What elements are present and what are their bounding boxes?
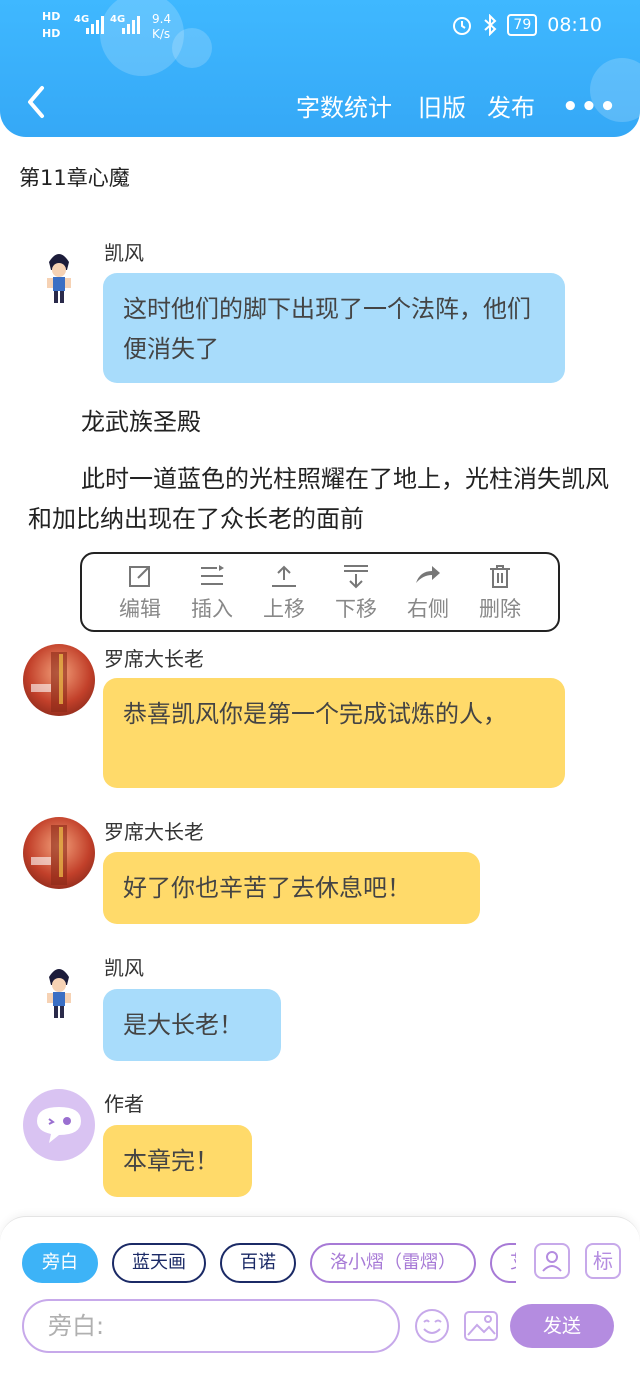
- move-down-button[interactable]: 下移: [326, 561, 386, 623]
- elder-character-icon[interactable]: [23, 817, 95, 889]
- narration-text[interactable]: 龙武族圣殿: [81, 402, 201, 442]
- boy-character-icon[interactable]: [23, 955, 95, 1027]
- right-side-button[interactable]: 右侧: [398, 561, 458, 623]
- hd-label: HD: [42, 27, 61, 40]
- chat-bubble[interactable]: 好了你也辛苦了去休息吧！: [103, 852, 480, 924]
- role-chip-list: 旁白 蓝天画 百诺 洛小熠（雷熠） 艾: [22, 1243, 516, 1287]
- speaker-name: 凯风: [104, 956, 144, 980]
- insert-icon: [201, 565, 224, 585]
- hd-indicators: HD HD: [42, 10, 60, 40]
- signal-bars-icon: [122, 16, 140, 34]
- speaker-name: 罗席大长老: [104, 820, 204, 844]
- role-chip[interactable]: 百诺: [220, 1243, 296, 1283]
- narration-input[interactable]: [22, 1299, 400, 1353]
- insert-button[interactable]: 插入: [182, 561, 242, 623]
- add-role-icon[interactable]: [534, 1243, 570, 1279]
- boy-character-icon[interactable]: [23, 240, 95, 312]
- nav-bar: 字数统计 旧版 发布 •••: [0, 72, 640, 132]
- battery-icon: 79: [507, 14, 538, 36]
- chat-bubble[interactable]: 这时他们的脚下出现了一个法阵，他们便消失了: [103, 273, 565, 383]
- move-down-icon: [344, 565, 368, 589]
- edit-icon: [129, 566, 150, 587]
- edit-label: 编辑: [119, 597, 161, 621]
- speaker-name: 作者: [104, 1092, 144, 1116]
- trash-icon: [490, 565, 510, 588]
- publish-button[interactable]: 发布: [487, 88, 535, 123]
- emoji-icon[interactable]: [413, 1307, 451, 1345]
- edit-toolbar: 编辑 插入 上移 下移 右侧 删除: [80, 552, 560, 632]
- status-bar: HD HD 4G 4G 9.4 K/s 79 08:10: [0, 0, 640, 56]
- delete-button[interactable]: 删除: [470, 561, 530, 623]
- narration-text[interactable]: 此时一道蓝色的光柱照耀在了地上，光柱消失凯风和加比纳出现在了众长老的面前: [28, 459, 618, 539]
- chapter-title: 第11章心魔: [19, 166, 130, 190]
- hd-label: HD: [42, 10, 61, 23]
- chat-bubble[interactable]: 是大长老！: [103, 989, 281, 1061]
- forward-icon: [416, 566, 440, 583]
- more-options-icon[interactable]: •••: [562, 92, 618, 122]
- chat-bubble[interactable]: 本章完！: [103, 1125, 252, 1197]
- role-chip[interactable]: 蓝天画: [112, 1243, 206, 1283]
- elder-character-icon[interactable]: [23, 644, 95, 716]
- back-arrow-icon[interactable]: [22, 82, 52, 122]
- signal-bars-icon: [86, 16, 104, 34]
- role-chip[interactable]: 洛小熠（雷熠）: [310, 1243, 476, 1283]
- move-up-icon: [272, 565, 296, 587]
- header-bar: HD HD 4G 4G 9.4 K/s 79 08:10 字数统计 旧版 发布 …: [0, 0, 640, 137]
- old-version-button[interactable]: 旧版: [418, 88, 466, 123]
- role-chip[interactable]: 艾: [490, 1243, 516, 1283]
- send-button[interactable]: 发送: [510, 1304, 614, 1348]
- move-up-label: 上移: [263, 597, 305, 621]
- speed-unit: K/s: [152, 27, 171, 41]
- insert-label: 插入: [191, 597, 233, 621]
- word-count-button[interactable]: 字数统计: [296, 88, 392, 123]
- speed-value: 9.4: [152, 12, 172, 26]
- edit-button[interactable]: 编辑: [110, 561, 170, 623]
- speaker-name: 罗席大长老: [104, 647, 204, 671]
- composer-panel: 旁白 蓝天画 百诺 洛小熠（雷熠） 艾 标 发送: [0, 1216, 640, 1387]
- right-side-label: 右侧: [407, 597, 449, 621]
- mark-button[interactable]: 标: [585, 1243, 621, 1279]
- speaker-name: 凯风: [104, 241, 144, 265]
- alarm-icon: [453, 17, 472, 35]
- move-down-label: 下移: [335, 597, 377, 621]
- move-up-button[interactable]: 上移: [254, 561, 314, 623]
- role-chip-narrator[interactable]: 旁白: [22, 1243, 98, 1283]
- chat-bubble[interactable]: 恭喜凯风你是第一个完成试炼的人，: [103, 678, 565, 788]
- image-icon[interactable]: [462, 1307, 500, 1345]
- author-chat-icon[interactable]: [23, 1089, 95, 1161]
- delete-label: 删除: [479, 597, 521, 621]
- bluetooth-icon: [484, 14, 497, 36]
- clock: 08:10: [547, 14, 602, 36]
- status-right: 79 08:10: [451, 14, 602, 36]
- network-speed: 9.4 K/s: [152, 12, 171, 42]
